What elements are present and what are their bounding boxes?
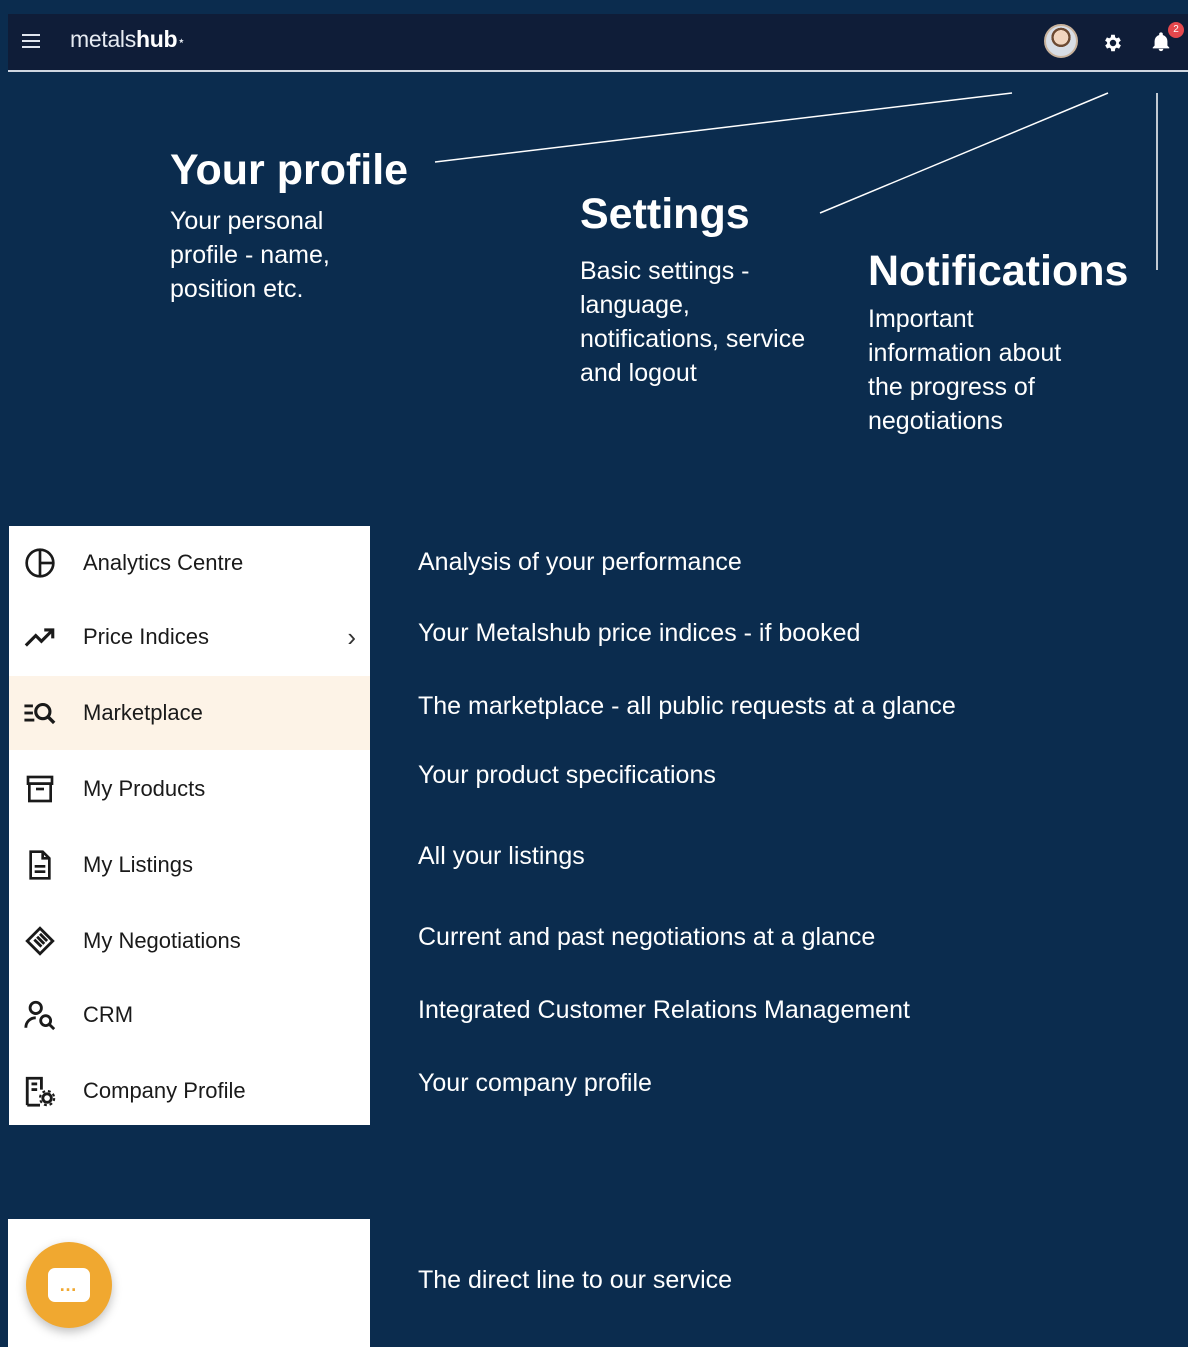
user-avatar[interactable] xyxy=(1044,24,1078,58)
chat-description: The direct line to our service xyxy=(418,1266,733,1294)
document-icon xyxy=(23,848,57,882)
sidebar-item-label: Company Profile xyxy=(83,1078,246,1103)
sidebar-item-crm[interactable]: CRM xyxy=(9,978,370,1052)
chevron-right-icon[interactable]: › xyxy=(347,622,356,653)
analytics-centre-description: Analysis of your performance xyxy=(418,548,742,576)
notifications-annotation-text: Important information about the progress… xyxy=(868,305,1062,435)
sidebar-menu: Analytics Centre Price Indices › Marketp… xyxy=(9,526,370,1125)
settings-annotation-title: Settings xyxy=(580,190,750,238)
sidebar-item-label: Price Indices xyxy=(83,624,209,649)
pie-chart-icon xyxy=(23,546,57,580)
list-search-icon xyxy=(23,696,57,730)
sidebar-item-my-products[interactable]: My Products xyxy=(9,752,370,826)
chat-bubble-icon: … xyxy=(48,1268,90,1302)
sidebar-item-label: Analytics Centre xyxy=(83,550,244,575)
sidebar-item-analytics-centre[interactable]: Analytics Centre xyxy=(9,526,370,600)
archive-box-icon xyxy=(23,772,57,806)
chat-panel: … xyxy=(8,1219,370,1347)
building-gear-icon xyxy=(23,1074,57,1108)
profile-annotation-title: Your profile xyxy=(170,146,409,194)
sidebar-item-price-indices[interactable]: Price Indices › xyxy=(9,600,370,674)
sidebar-item-label: My Negotiations xyxy=(83,928,241,953)
top-bar: metalshub⋆ 2 xyxy=(8,14,1188,72)
sidebar-item-marketplace[interactable]: Marketplace xyxy=(9,676,370,750)
marketplace-description: The marketplace - all public requests at… xyxy=(418,692,956,720)
sidebar-item-my-listings[interactable]: My Listings xyxy=(9,828,370,902)
handshake-icon xyxy=(23,924,57,958)
sidebar-item-label: My Products xyxy=(83,776,206,801)
menu-icon[interactable] xyxy=(22,34,40,50)
trend-up-icon xyxy=(23,620,57,654)
notifications-annotation-title: Notifications xyxy=(868,247,1129,295)
my-listings-description: All your listings xyxy=(418,842,585,870)
my-products-description: Your product specifications xyxy=(418,761,716,789)
sidebar-item-label: My Listings xyxy=(83,852,194,877)
profile-annotation-text: Your personal profile - name, position e… xyxy=(170,207,330,303)
company-profile-description: Your company profile xyxy=(418,1069,652,1097)
sidebar-item-label: CRM xyxy=(83,1002,134,1027)
crm-description: Integrated Customer Relations Management xyxy=(418,996,910,1024)
metalshub-logo[interactable]: metalshub⋆ xyxy=(70,26,185,53)
gear-icon[interactable] xyxy=(1102,32,1124,54)
settings-annotation-text: Basic settings - language, notifications… xyxy=(580,257,806,387)
notification-badge: 2 xyxy=(1168,22,1184,38)
chat-button[interactable]: … xyxy=(26,1242,112,1328)
sidebar-item-company-profile[interactable]: Company Profile xyxy=(9,1054,370,1128)
price-indices-description: Your Metalshub price indices - if booked xyxy=(418,619,861,647)
user-search-icon xyxy=(23,998,57,1032)
sidebar-item-label: Marketplace xyxy=(83,700,203,725)
my-negotiations-description: Current and past negotiations at a glanc… xyxy=(418,923,876,951)
sidebar-item-my-negotiations[interactable]: My Negotiations xyxy=(9,904,370,978)
